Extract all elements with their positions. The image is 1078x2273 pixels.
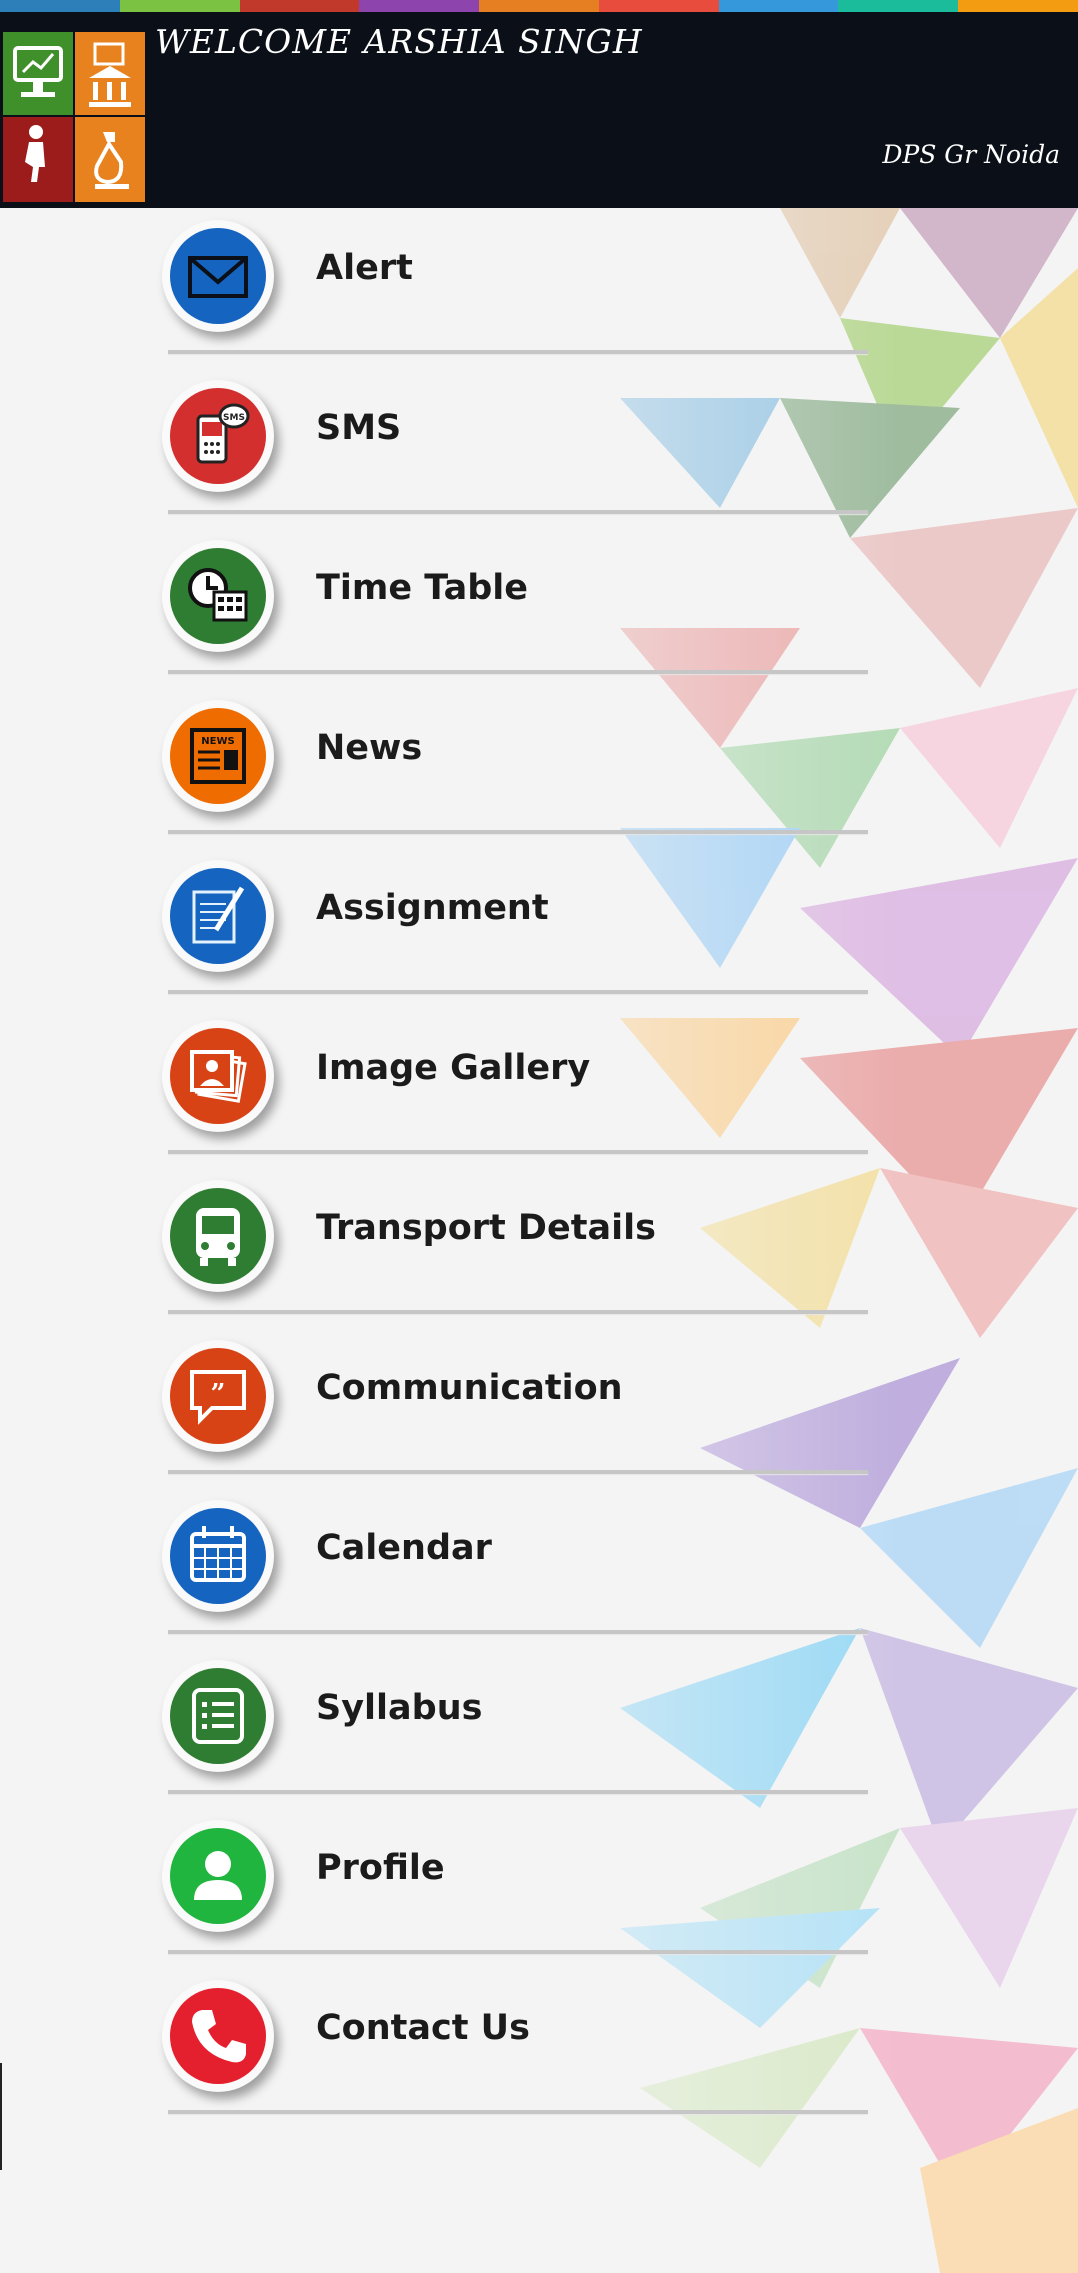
stripe-segment xyxy=(359,0,480,12)
menu-item-syllabus[interactable]: Syllabus xyxy=(0,1648,900,1808)
divider xyxy=(168,1310,868,1314)
menu-item-label: Contact Us xyxy=(316,2008,530,2048)
top-color-stripe xyxy=(0,0,1078,12)
menu-item-label: Communication xyxy=(316,1368,623,1408)
list-document-icon xyxy=(162,1660,274,1772)
divider xyxy=(168,1790,868,1794)
bus-icon-graphic xyxy=(170,1188,266,1284)
menu-item-label: Image Gallery xyxy=(316,1048,591,1088)
app-header: WELCOME ARSHIA SINGH DPS Gr Noida xyxy=(0,12,1078,208)
user-icon-graphic xyxy=(170,1828,266,1924)
divider xyxy=(168,990,868,994)
menu-item-label: Time Table xyxy=(316,568,529,608)
stripe-segment xyxy=(0,0,120,12)
menu-item-contact-us[interactable]: Contact Us xyxy=(0,1968,900,2128)
divider xyxy=(168,1950,868,1954)
stripe-segment xyxy=(718,0,839,12)
list-document-icon-graphic xyxy=(170,1668,266,1764)
phone-handset-icon xyxy=(162,1980,274,2092)
menu-item-calendar[interactable]: Calendar xyxy=(0,1488,900,1648)
calendar-icon xyxy=(162,1500,274,1612)
menu-item-label: Assignment xyxy=(316,888,549,928)
menu-item-alert[interactable]: Alert xyxy=(0,208,900,368)
divider xyxy=(168,2110,868,2114)
newspaper-icon: NEWS xyxy=(162,700,274,812)
chat-bubble-icon-graphic: ” xyxy=(170,1348,266,1444)
menu-item-profile[interactable]: Profile xyxy=(0,1808,900,1968)
menu-item-label: SMS xyxy=(316,408,402,448)
photo-stack-icon xyxy=(162,1020,274,1132)
divider xyxy=(168,1150,868,1154)
menu-item-image-gallery[interactable]: Image Gallery xyxy=(0,1008,900,1168)
svg-text:SMS: SMS xyxy=(223,413,245,423)
notepad-pen-icon-graphic xyxy=(170,868,266,964)
calendar-icon-graphic xyxy=(170,1508,266,1604)
sms-phone-icon-graphic: SMS xyxy=(170,388,266,484)
stripe-segment xyxy=(239,0,360,12)
welcome-message: WELCOME ARSHIA SINGH xyxy=(155,22,643,61)
stripe-segment xyxy=(119,0,240,12)
divider xyxy=(168,350,868,354)
envelope-icon xyxy=(162,220,274,332)
svg-text:NEWS: NEWS xyxy=(201,736,234,747)
divider xyxy=(168,1630,868,1634)
stripe-segment xyxy=(479,0,599,12)
divider xyxy=(168,830,868,834)
menu-item-news[interactable]: NEWS News xyxy=(0,688,900,848)
envelope-icon-graphic xyxy=(170,228,266,324)
menu-item-label: Transport Details xyxy=(316,1208,656,1248)
school-app-logo xyxy=(3,32,145,202)
notepad-pen-icon xyxy=(162,860,274,972)
clock-calendar-icon-graphic xyxy=(170,548,266,644)
menu-item-label: Profile xyxy=(316,1848,445,1888)
menu-item-label: Syllabus xyxy=(316,1688,483,1728)
menu-item-communication[interactable]: ” Communication xyxy=(0,1328,900,1488)
divider xyxy=(168,510,868,514)
bus-icon xyxy=(162,1180,274,1292)
menu-item-transport-details[interactable]: Transport Details xyxy=(0,1168,900,1328)
menu-item-label: Calendar xyxy=(316,1528,492,1568)
photo-stack-icon-graphic xyxy=(170,1028,266,1124)
menu-item-sms[interactable]: SMS SMS xyxy=(0,368,900,528)
stripe-segment xyxy=(838,0,959,12)
menu-item-assignment[interactable]: Assignment xyxy=(0,848,900,1008)
menu-item-label: Alert xyxy=(316,248,413,288)
menu-item-time-table[interactable]: Time Table xyxy=(0,528,900,688)
divider xyxy=(168,670,868,674)
school-name: DPS Gr Noida xyxy=(882,140,1060,169)
chat-bubble-icon: ” xyxy=(162,1340,274,1452)
newspaper-icon-graphic: NEWS xyxy=(170,708,266,804)
phone-handset-icon-graphic xyxy=(170,1988,266,2084)
sms-phone-icon: SMS xyxy=(162,380,274,492)
user-icon xyxy=(162,1820,274,1932)
menu-item-label: News xyxy=(316,728,423,768)
stripe-segment xyxy=(598,0,719,12)
svg-text:”: ” xyxy=(211,1379,226,1409)
stripe-segment xyxy=(958,0,1078,12)
divider xyxy=(168,1470,868,1474)
edge-mark xyxy=(0,2063,2,2170)
clock-calendar-icon xyxy=(162,540,274,652)
